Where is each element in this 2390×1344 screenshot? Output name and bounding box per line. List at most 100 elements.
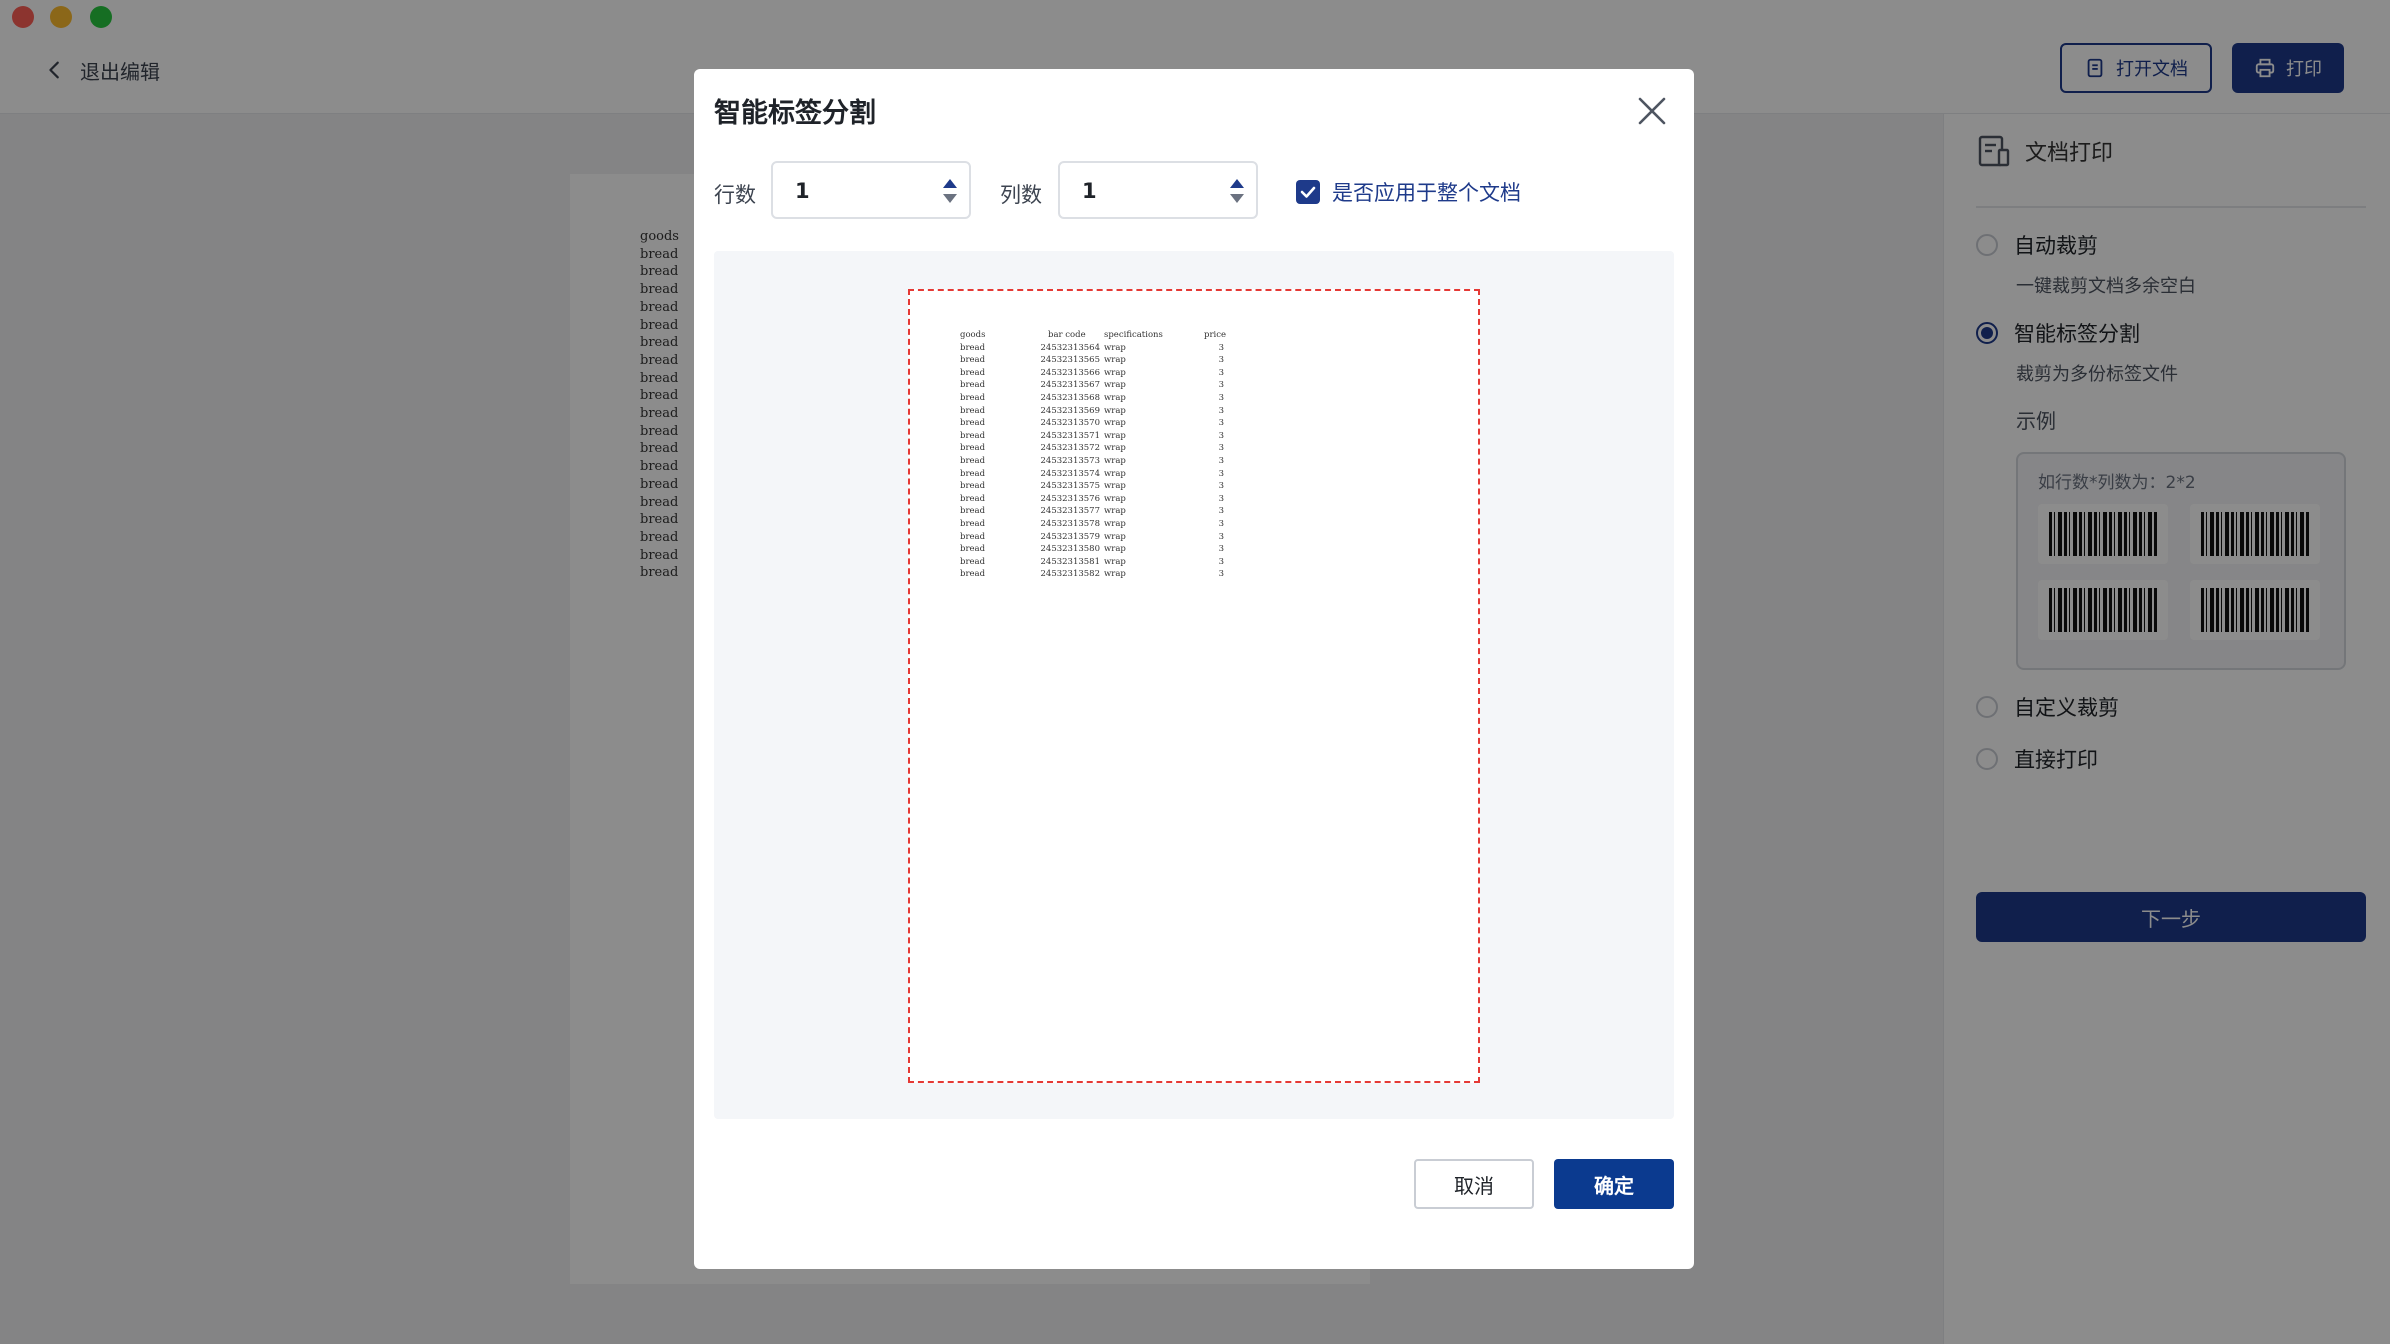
preview-cell: 24532313576 [1040, 493, 1101, 504]
preview-header-row: goods bar code specifications price [960, 329, 1226, 342]
preview-row: bread 24532313578 wrap 3 [960, 518, 1224, 531]
preview-cell: bread [960, 468, 986, 479]
preview-cell: wrap [1104, 392, 1126, 403]
preview-cell: 3 [1218, 455, 1224, 466]
rows-label: 行数 [714, 183, 756, 207]
preview-row: bread 24532313581 wrap 3 [960, 556, 1224, 569]
cols-value: 1 [1082, 179, 1097, 203]
preview-cell: wrap [1104, 355, 1126, 366]
preview-cell: 24532313572 [1040, 443, 1101, 454]
preview-cell: 3 [1218, 443, 1224, 454]
preview-cell: 24532313573 [1040, 455, 1101, 466]
close-icon[interactable] [1634, 93, 1670, 129]
stepper-arrows-icon[interactable] [941, 175, 959, 207]
preview-cell: wrap [1104, 531, 1126, 542]
preview-header-cell: goods [960, 330, 986, 340]
smart-label-split-dialog: 智能标签分割 行数 1 列数 1 是否应用于整个文档 goods bar cod… [694, 69, 1694, 1269]
apply-all-checkbox-row[interactable]: 是否应用于整个文档 [1296, 177, 1521, 207]
preview-cell: bread [960, 355, 986, 366]
preview-cell: 3 [1218, 430, 1224, 441]
preview-cell: 24532313581 [1040, 556, 1101, 567]
preview-cell: wrap [1104, 556, 1126, 567]
preview-cell: 24532313570 [1040, 418, 1101, 429]
preview-cell: 3 [1218, 518, 1224, 529]
preview-cell: wrap [1104, 405, 1126, 416]
preview-row: bread 24532313574 wrap 3 [960, 468, 1224, 481]
preview-row: bread 24532313580 wrap 3 [960, 543, 1224, 556]
preview-row: bread 24532313570 wrap 3 [960, 417, 1224, 430]
preview-cell: wrap [1104, 481, 1126, 492]
preview-header-cell: specifications [1104, 330, 1163, 340]
preview-cell: 3 [1218, 355, 1224, 366]
preview-cell: 24532313577 [1040, 506, 1101, 517]
preview-cell: bread [960, 367, 986, 378]
preview-cell: bread [960, 342, 986, 353]
preview-cell: 3 [1218, 418, 1224, 429]
preview-cell: 24532313575 [1040, 481, 1101, 492]
preview-cell: 3 [1218, 569, 1224, 580]
preview-cell: 24532313564 [1040, 342, 1101, 353]
preview-cell: bread [960, 531, 986, 542]
preview-area: goods bar code specifications price brea… [714, 251, 1674, 1119]
preview-cell: bread [960, 493, 986, 504]
preview-cell: 24532313571 [1040, 430, 1101, 441]
preview-cell: 24532313580 [1040, 544, 1101, 555]
dialog-title: 智能标签分割 [714, 98, 876, 129]
preview-cell: wrap [1104, 493, 1126, 504]
preview-cell: wrap [1104, 468, 1126, 479]
preview-row: bread 24532313571 wrap 3 [960, 430, 1224, 443]
preview-cell: wrap [1104, 443, 1126, 454]
cols-stepper[interactable]: 1 [1058, 161, 1258, 219]
preview-cell: bread [960, 518, 986, 529]
checkbox-checked-icon[interactable] [1296, 180, 1320, 204]
preview-cell: 3 [1218, 544, 1224, 555]
preview-cell: bread [960, 443, 986, 454]
preview-cell: wrap [1104, 569, 1126, 580]
preview-cell: bread [960, 481, 986, 492]
preview-cell: 24532313582 [1040, 569, 1101, 580]
rows-value: 1 [795, 179, 810, 203]
preview-row: bread 24532313579 wrap 3 [960, 531, 1224, 544]
preview-row: bread 24532313569 wrap 3 [960, 405, 1224, 418]
preview-cell: wrap [1104, 380, 1126, 391]
preview-cell: wrap [1104, 367, 1126, 378]
preview-row: bread 24532313568 wrap 3 [960, 392, 1224, 405]
preview-cell: bread [960, 455, 986, 466]
preview-cell: bread [960, 556, 986, 567]
preview-cell: 24532313578 [1040, 518, 1101, 529]
preview-row: bread 24532313575 wrap 3 [960, 480, 1224, 493]
preview-cell: 3 [1218, 556, 1224, 567]
preview-header-cell: bar code [1048, 330, 1086, 340]
cancel-button[interactable]: 取消 [1414, 1159, 1534, 1209]
preview-cell: wrap [1104, 506, 1126, 517]
preview-cell: 3 [1218, 506, 1224, 517]
preview-cell: 24532313569 [1040, 405, 1101, 416]
apply-all-label: 是否应用于整个文档 [1332, 181, 1521, 205]
preview-cell: wrap [1104, 342, 1126, 353]
preview-cell: 24532313566 [1040, 367, 1101, 378]
stepper-arrows-icon[interactable] [1228, 175, 1246, 207]
preview-table: goods bar code specifications price brea… [960, 329, 1226, 581]
preview-cell: bread [960, 544, 986, 555]
preview-cell: bread [960, 380, 986, 391]
preview-cell: bread [960, 430, 986, 441]
preview-row: bread 24532313577 wrap 3 [960, 505, 1224, 518]
preview-cell: 3 [1218, 468, 1224, 479]
preview-row: bread 24532313565 wrap 3 [960, 354, 1224, 367]
preview-row: bread 24532313573 wrap 3 [960, 455, 1224, 468]
preview-page: goods bar code specifications price brea… [908, 289, 1480, 1083]
preview-cell: wrap [1104, 518, 1126, 529]
preview-row: bread 24532313582 wrap 3 [960, 568, 1224, 581]
preview-cell: bread [960, 405, 986, 416]
confirm-button[interactable]: 确定 [1554, 1159, 1674, 1209]
rows-stepper[interactable]: 1 [771, 161, 971, 219]
preview-cell: wrap [1104, 418, 1126, 429]
preview-cell: 24532313567 [1040, 380, 1101, 391]
preview-cell: 24532313574 [1040, 468, 1101, 479]
preview-cell: 3 [1218, 481, 1224, 492]
preview-cell: wrap [1104, 430, 1126, 441]
preview-cell: 3 [1218, 405, 1224, 416]
preview-cell: 3 [1218, 367, 1224, 378]
preview-row: bread 24532313572 wrap 3 [960, 442, 1224, 455]
preview-cell: wrap [1104, 455, 1126, 466]
